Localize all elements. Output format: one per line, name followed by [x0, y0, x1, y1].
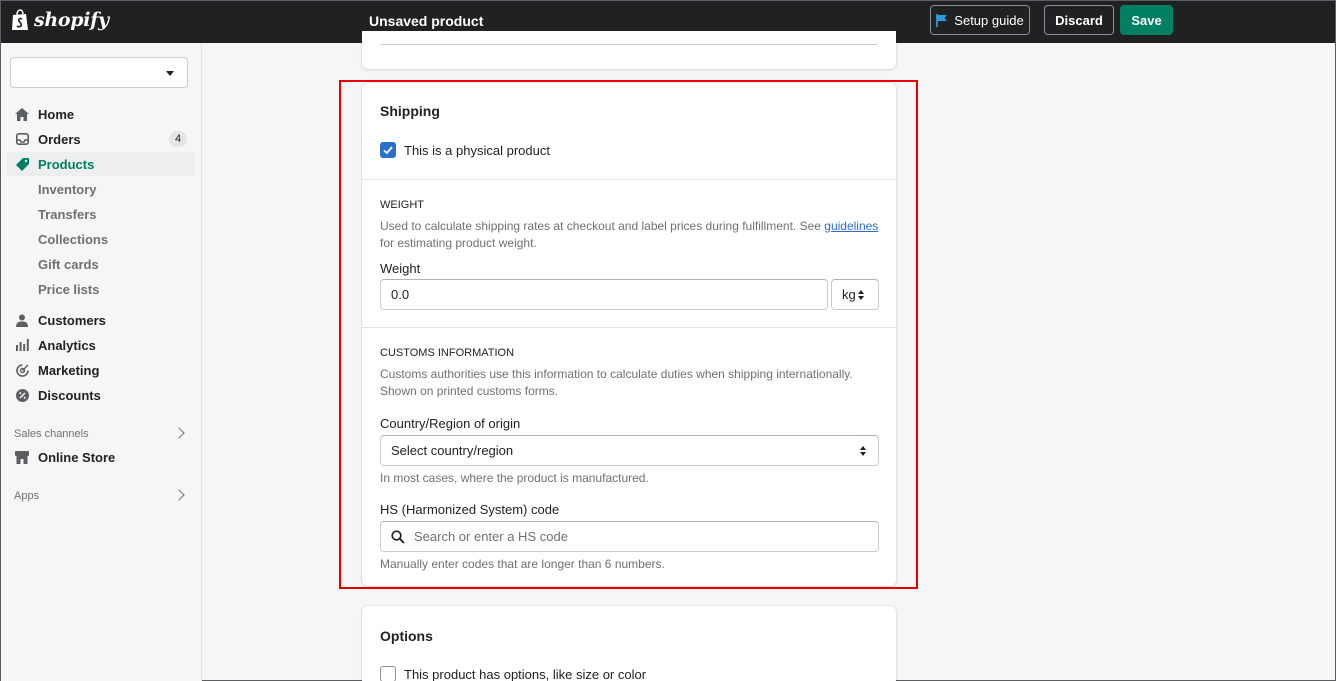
tag-icon [14, 156, 30, 172]
country-help-text: In most cases, where the product is manu… [380, 471, 649, 485]
select-arrows-icon [860, 446, 866, 456]
hs-code-help-text: Manually enter codes that are longer tha… [380, 557, 665, 571]
bar-chart-icon [14, 337, 30, 353]
sidebar-item-label: Products [38, 156, 95, 172]
customs-heading: CUSTOMS INFORMATION [380, 347, 515, 359]
sidebar-item-marketing[interactable]: Marketing [7, 358, 195, 382]
weight-help-text: Used to calculate shipping rates at chec… [380, 218, 880, 252]
select-arrows-icon [858, 290, 864, 300]
weight-heading: WEIGHT [380, 199, 424, 211]
sidebar-item-label: Online Store [38, 449, 116, 465]
weight-help-prefix: Used to calculate shipping rates at chec… [380, 219, 825, 233]
chevron-right-icon[interactable] [173, 427, 185, 439]
physical-product-checkbox[interactable] [380, 142, 396, 158]
sidebar-item-orders[interactable]: Orders 4 [7, 127, 195, 151]
sidebar-item-label: Home [38, 106, 75, 122]
shopify-logo[interactable]: shopify [11, 9, 109, 31]
caret-down-icon [166, 71, 174, 76]
sidebar-item-label: Analytics [38, 337, 96, 353]
weight-label: Weight [380, 261, 421, 276]
weight-input[interactable]: 0.0 [380, 279, 828, 310]
logo-text: shopify [34, 9, 109, 31]
sidebar-item-discounts[interactable]: Discounts [7, 383, 195, 407]
country-label: Country/Region of origin [380, 416, 521, 431]
person-icon [14, 312, 30, 328]
search-icon [391, 529, 405, 544]
physical-product-label[interactable]: This is a physical product [404, 143, 550, 158]
weight-value: 0.0 [391, 287, 410, 302]
shipping-card: Shipping This is a physical product WEIG… [362, 83, 896, 586]
sidebar-item-customers[interactable]: Customers [7, 308, 195, 332]
setup-guide-button[interactable]: Setup guide [930, 5, 1030, 35]
has-options-checkbox[interactable] [380, 666, 396, 681]
sidebar: Home Orders 4 Products Inventory Transfe… [1, 43, 202, 681]
divider [362, 327, 896, 328]
store-select[interactable] [10, 57, 188, 88]
save-button[interactable]: Save [1120, 5, 1173, 35]
chevron-right-icon[interactable] [173, 489, 185, 501]
flag-icon [936, 13, 948, 27]
hs-code-placeholder: Search or enter a HS code [414, 529, 568, 544]
sales-channels-heading: Sales channels [14, 428, 89, 440]
sidebar-item-home[interactable]: Home [7, 102, 195, 126]
sidebar-subitem-price-lists[interactable]: Price lists [38, 282, 99, 297]
hs-code-label: HS (Harmonized System) code [380, 502, 560, 517]
orders-count-badge: 4 [169, 131, 187, 147]
sidebar-item-label: Marketing [38, 362, 100, 378]
weight-unit-select[interactable]: kg [831, 279, 879, 310]
shipping-title: Shipping [380, 103, 440, 119]
inbox-icon [14, 131, 30, 147]
sidebar-item-analytics[interactable]: Analytics [7, 333, 195, 357]
storefront-icon [14, 449, 30, 465]
divider [362, 179, 896, 180]
weight-help-suffix: for estimating product weight. [380, 236, 537, 250]
discount-icon [14, 387, 30, 403]
sidebar-subitem-transfers[interactable]: Transfers [38, 207, 97, 222]
has-options-label[interactable]: This product has options, like size or c… [404, 667, 646, 681]
shopify-bag-icon [12, 9, 28, 30]
sidebar-subitem-gift-cards[interactable]: Gift cards [38, 257, 99, 272]
sidebar-item-products[interactable]: Products [7, 152, 195, 176]
previous-card-field-edge [380, 43, 878, 45]
setup-guide-label: Setup guide [954, 12, 1024, 28]
customs-help-text: Customs authorities use this information… [380, 367, 853, 398]
sidebar-item-label: Discounts [38, 387, 101, 403]
page-title: Unsaved product [369, 13, 484, 29]
sidebar-subitem-collections[interactable]: Collections [38, 232, 108, 247]
checkmark-icon [383, 146, 393, 155]
options-card: Options This product has options, like s… [362, 606, 896, 681]
guidelines-link[interactable]: guidelines [824, 219, 878, 233]
options-title: Options [380, 628, 433, 644]
sidebar-item-label: Customers [38, 312, 106, 328]
home-icon [14, 106, 30, 122]
weight-unit-value: kg [842, 287, 856, 302]
sidebar-subitem-inventory[interactable]: Inventory [38, 182, 97, 197]
country-select[interactable]: Select country/region [380, 435, 879, 466]
previous-card [362, 31, 896, 69]
apps-heading: Apps [14, 490, 40, 502]
sidebar-item-online-store[interactable]: Online Store [7, 445, 195, 469]
target-icon [14, 362, 30, 378]
hs-code-input[interactable]: Search or enter a HS code [380, 521, 879, 552]
sidebar-item-label: Orders [38, 131, 81, 147]
discard-button[interactable]: Discard [1044, 5, 1114, 35]
country-select-value: Select country/region [391, 443, 514, 458]
